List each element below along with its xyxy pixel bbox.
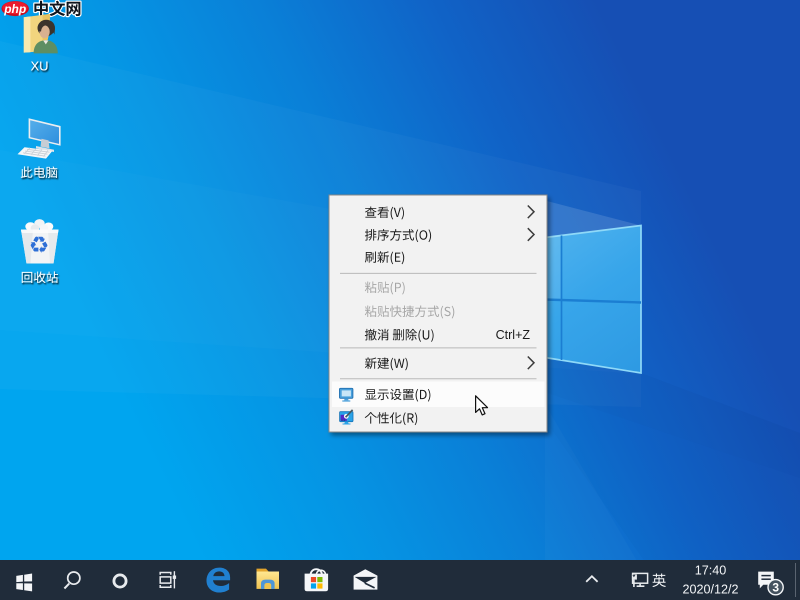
svg-text:php: php [3,2,26,16]
svg-text:XU: XU [30,59,48,74]
svg-text:Ctrl+Z: Ctrl+Z [496,328,531,342]
svg-text:3: 3 [772,581,779,595]
svg-text:17:40: 17:40 [695,563,727,577]
svg-text:2020/12/2: 2020/12/2 [682,583,738,597]
